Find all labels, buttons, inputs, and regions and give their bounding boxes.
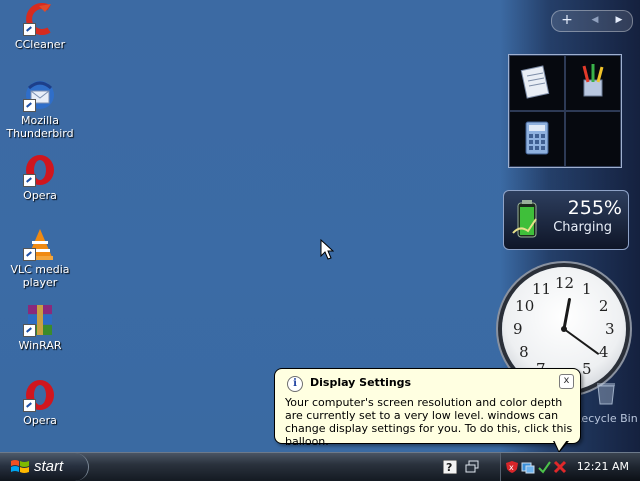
desktop-icon-label: VLC media bbox=[10, 263, 70, 276]
clock-numeral: 12 bbox=[555, 274, 575, 292]
desktop-icon-ccleaner[interactable]: CCleaner bbox=[0, 2, 80, 51]
paint-icon bbox=[582, 64, 604, 97]
calculator-tile[interactable] bbox=[509, 111, 565, 167]
help-icon[interactable]: ? bbox=[442, 459, 458, 475]
network-icon[interactable] bbox=[521, 459, 535, 474]
start-label: start bbox=[34, 458, 64, 475]
desktop-icon-label: Opera bbox=[23, 189, 57, 202]
clock-numeral: 8 bbox=[519, 343, 529, 361]
taskbar: start ? x 12:21 AM bbox=[0, 452, 640, 481]
thunderbird-icon bbox=[23, 78, 57, 112]
vlc-icon bbox=[23, 227, 57, 261]
balloon-title: Display Settings bbox=[310, 376, 412, 389]
desktop-icon-opera[interactable]: Opera bbox=[0, 153, 80, 202]
taskbar-clock[interactable]: 12:21 AM bbox=[577, 460, 629, 473]
clock-minute-hand bbox=[563, 328, 599, 355]
security-shield-icon[interactable]: x bbox=[505, 459, 519, 473]
mouse-cursor-icon bbox=[320, 239, 334, 260]
battery-percent: 255% bbox=[567, 197, 622, 219]
previous-page-button[interactable]: ◀ bbox=[582, 11, 608, 31]
clock-numeral: 5 bbox=[582, 359, 592, 378]
desktop-icon-label-line2: Thunderbird bbox=[6, 127, 74, 140]
paint-tile[interactable] bbox=[565, 55, 621, 111]
safely-remove-hardware-icon[interactable] bbox=[537, 459, 551, 474]
svg-text:x: x bbox=[509, 463, 514, 472]
notification-area: x 12:21 AM bbox=[500, 453, 640, 481]
display-settings-balloon[interactable]: i Display Settings x Your computer's scr… bbox=[274, 368, 581, 453]
sidebar-controls: + ◀ ▶ bbox=[551, 10, 633, 32]
notepad-tile[interactable] bbox=[509, 55, 565, 111]
desktop-icon-label: CCleaner bbox=[14, 38, 66, 51]
clock-numeral: 3 bbox=[605, 320, 615, 338]
shortcuts-gadget bbox=[508, 54, 622, 168]
ccleaner-icon bbox=[23, 2, 57, 36]
winrar-icon bbox=[23, 303, 57, 337]
balloon-message[interactable]: Your computer's screen resolution and co… bbox=[285, 396, 573, 448]
desktop-icon-label-line2: player bbox=[22, 276, 58, 289]
battery-gadget[interactable]: 255% Charging bbox=[503, 190, 629, 250]
recycle-bin-label: Recycle Bin bbox=[574, 412, 638, 425]
empty-tile bbox=[565, 111, 621, 167]
clock-hour-hand bbox=[562, 298, 571, 331]
balloon-close-button[interactable]: x bbox=[559, 374, 574, 389]
clock-numeral: 11 bbox=[532, 280, 552, 299]
desktop-icon-vlc[interactable]: VLC media player bbox=[0, 227, 80, 289]
desktop-icon-label: WinRAR bbox=[18, 339, 62, 352]
add-gadget-button[interactable]: + bbox=[554, 11, 580, 31]
next-page-button[interactable]: ▶ bbox=[606, 11, 632, 31]
desktop-icon-opera-2[interactable]: Opera bbox=[0, 378, 80, 427]
desktop-icon-winrar[interactable]: WinRAR bbox=[0, 303, 80, 352]
desktop-icon-thunderbird[interactable]: Mozilla Thunderbird bbox=[0, 78, 80, 140]
clock-numeral: 4 bbox=[598, 343, 609, 361]
calculator-icon bbox=[525, 121, 549, 155]
clock-numeral: 10 bbox=[515, 297, 535, 315]
info-icon: i bbox=[287, 376, 303, 392]
recycle-bin[interactable]: Recycle Bin bbox=[571, 380, 640, 425]
show-windows-icon[interactable] bbox=[465, 459, 479, 473]
power-alert-icon[interactable] bbox=[553, 459, 567, 474]
battery-status: Charging bbox=[553, 220, 612, 235]
clock-numeral: 1 bbox=[582, 280, 592, 299]
start-button[interactable]: start bbox=[0, 453, 89, 481]
recycle-bin-icon bbox=[597, 383, 615, 405]
clock-numeral: 9 bbox=[513, 320, 523, 338]
clock-numeral: 2 bbox=[598, 297, 609, 315]
battery-icon bbox=[512, 200, 537, 238]
opera-icon bbox=[23, 153, 57, 187]
svg-text:?: ? bbox=[446, 461, 452, 474]
notepad-icon bbox=[520, 65, 550, 99]
desktop-icon-label: Opera bbox=[23, 414, 57, 427]
clock-center bbox=[561, 326, 567, 332]
opera-icon bbox=[23, 378, 57, 412]
windows-logo-icon bbox=[11, 460, 29, 473]
desktop-icon-label: Mozilla bbox=[21, 114, 59, 127]
